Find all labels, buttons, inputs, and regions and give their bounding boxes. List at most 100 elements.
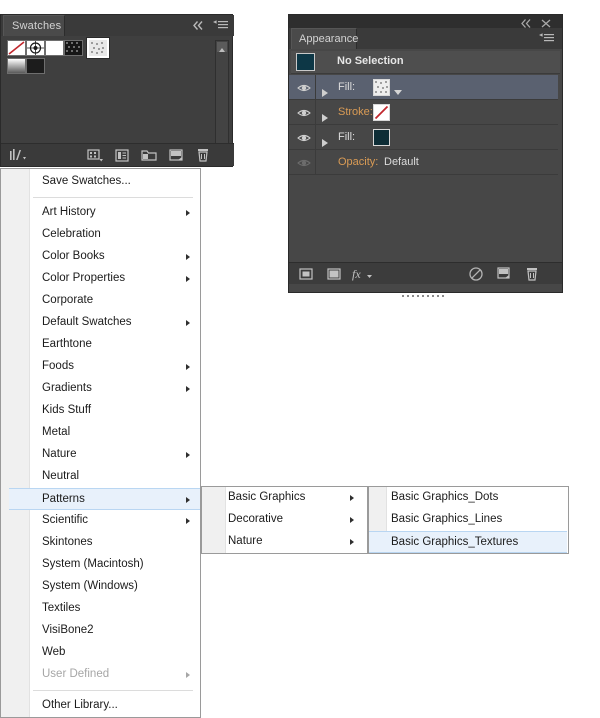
menu-item-system-windows[interactable]: System (Windows) (9, 576, 200, 598)
row-divider (315, 150, 316, 174)
new-color-group-button[interactable] (139, 147, 159, 164)
visibility-eye-icon[interactable] (297, 106, 311, 118)
swatches-titlebar: Swatches (1, 15, 234, 36)
add-new-fill-button[interactable] (325, 266, 343, 282)
menu-item-web[interactable]: Web (9, 642, 200, 664)
swatches-panel: Swatches (0, 14, 234, 167)
delete-selected-item-button[interactable] (523, 266, 541, 282)
appearance-row-stroke[interactable]: Stroke: (289, 100, 558, 125)
clear-appearance-button[interactable] (467, 266, 485, 282)
menu-item-neutral[interactable]: Neutral (9, 466, 200, 488)
fill-pattern-swatch[interactable] (373, 79, 390, 96)
submenu-arrow-icon (350, 517, 354, 523)
panel-menu-icon[interactable] (213, 19, 228, 32)
submenu-arrow-icon (350, 495, 354, 501)
submenu-item-label: Decorative (228, 513, 283, 525)
menu-item-label: Scientific (42, 514, 89, 526)
submenu-arrow-icon (186, 672, 190, 678)
swatches-scrollbar[interactable] (215, 40, 229, 156)
menu-item-label: System (Macintosh) (42, 558, 144, 570)
visibility-eye-icon[interactable] (297, 131, 311, 143)
submenu-item-basic-graphics[interactable]: Basic Graphics (202, 487, 366, 509)
menu-item-corporate[interactable]: Corporate (9, 290, 200, 312)
opacity-value[interactable]: Default (384, 156, 419, 168)
visibility-eye-icon-dim[interactable] (297, 156, 311, 168)
menu-item-gradients[interactable]: Gradients (9, 378, 200, 400)
appearance-row-fill-2[interactable]: Fill: (289, 125, 558, 150)
menu-item-color-books[interactable]: Color Books (9, 246, 200, 268)
menu-item-color-properties[interactable]: Color Properties (9, 268, 200, 290)
swatch-dark[interactable] (26, 58, 45, 74)
menu-item-system-macintosh[interactable]: System (Macintosh) (9, 554, 200, 576)
submenu-item-basic-graphics-dots[interactable]: Basic Graphics_Dots (369, 487, 567, 509)
appearance-row-label[interactable]: Opacity: (338, 156, 378, 168)
menu-item-other-library[interactable]: Other Library... (9, 695, 200, 717)
visibility-eye-icon[interactable] (297, 81, 311, 93)
duplicate-selected-item-button[interactable] (495, 266, 513, 282)
chevron-down-icon[interactable] (393, 83, 403, 101)
swatch-black[interactable] (64, 40, 83, 56)
menu-item-celebration[interactable]: Celebration (9, 224, 200, 246)
menu-item-label: Default Swatches (42, 316, 132, 328)
menu-item-foods[interactable]: Foods (9, 356, 200, 378)
show-swatch-kinds-menu-button[interactable] (85, 147, 105, 164)
double-chevron-left-icon[interactable] (519, 16, 533, 28)
swatch-options-button[interactable] (112, 147, 132, 164)
menu-item-art-history[interactable]: Art History (9, 202, 200, 224)
menu-item-label: Nature (42, 448, 77, 460)
menu-item-label: Color Properties (42, 272, 126, 284)
submenu-item-basic-graphics-lines[interactable]: Basic Graphics_Lines (369, 509, 567, 531)
panel-resize-grip[interactable] (402, 286, 448, 297)
menu-item-label: Save Swatches... (42, 175, 131, 187)
fill-color-swatch[interactable] (373, 129, 390, 146)
swatches-grid-area (4, 37, 231, 158)
row-divider (315, 75, 316, 99)
appearance-window-bar (289, 15, 562, 28)
double-chevron-left-icon[interactable] (191, 19, 205, 32)
menu-item-earthtone[interactable]: Earthtone (9, 334, 200, 356)
menu-item-textiles[interactable]: Textiles (9, 598, 200, 620)
panel-menu-icon[interactable] (539, 32, 554, 45)
menu-item-label: Color Books (42, 250, 105, 262)
appearance-row-opacity[interactable]: Opacity: Default (289, 150, 558, 175)
submenu-item-basic-graphics-textures[interactable]: Basic Graphics_Textures (369, 531, 567, 553)
menu-item-patterns[interactable]: Patterns (9, 488, 200, 510)
scroll-up-arrow-icon[interactable] (217, 42, 227, 52)
swatch-registration[interactable] (26, 40, 45, 56)
add-new-effect-button[interactable]: fx (351, 266, 375, 282)
menu-item-label: Patterns (42, 493, 85, 505)
menu-item-label: Kids Stuff (42, 404, 92, 416)
submenu-item-label: Basic Graphics_Lines (391, 513, 503, 525)
submenu-item-decorative[interactable]: Decorative (202, 509, 366, 531)
swatch-none[interactable] (7, 40, 26, 56)
stroke-none-swatch[interactable] (373, 104, 390, 121)
swatch-libraries-menu-button[interactable] (7, 147, 27, 164)
menu-item-skintones[interactable]: Skintones (9, 532, 200, 554)
svg-text:fx: fx (352, 267, 361, 281)
tab-swatches[interactable]: Swatches (3, 15, 65, 36)
close-icon[interactable] (540, 16, 552, 28)
menu-item-visibone2[interactable]: VisiBone2 (9, 620, 200, 642)
menu-item-nature[interactable]: Nature (9, 444, 200, 466)
menu-item-kids-stuff[interactable]: Kids Stuff (9, 400, 200, 422)
appearance-row-fill-1[interactable]: Fill: (289, 75, 558, 100)
delete-swatch-button[interactable] (193, 147, 213, 164)
menu-item-label: Corporate (42, 294, 94, 306)
new-swatch-button[interactable] (166, 147, 186, 164)
submenu-arrow-icon (186, 364, 190, 370)
swatch-pattern-selected[interactable] (86, 37, 110, 59)
menu-item-metal[interactable]: Metal (9, 422, 200, 444)
swatch-white[interactable] (45, 40, 64, 56)
add-new-stroke-button[interactable] (297, 266, 315, 282)
swatch-gradient[interactable] (7, 58, 26, 74)
menu-item-scientific[interactable]: Scientific (9, 510, 200, 532)
appearance-selection-row: No Selection (291, 51, 560, 74)
menu-item-label: User Defined (42, 668, 110, 680)
menu-item-save-swatches[interactable]: Save Swatches... (9, 171, 200, 193)
menu-item-label: VisiBone2 (42, 624, 94, 636)
menu-item-default-swatches[interactable]: Default Swatches (9, 312, 200, 334)
tab-appearance[interactable]: Appearance (291, 28, 358, 49)
submenu-item-nature[interactable]: Nature (202, 531, 366, 553)
menu-separator (33, 690, 193, 691)
menu-item-label: Art History (42, 206, 96, 218)
